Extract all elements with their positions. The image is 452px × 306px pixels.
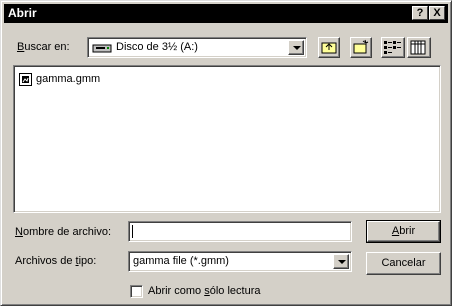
dialog-title: Abrir xyxy=(8,6,37,20)
cancel-button[interactable]: Cancelar xyxy=(366,252,441,275)
file-name: gamma.gmm xyxy=(36,73,101,85)
help-button[interactable]: ? xyxy=(412,6,428,20)
details-view-button[interactable] xyxy=(407,37,431,58)
filetype-value: gamma file (*.gmm) xyxy=(133,255,229,267)
filetype-label: Archivos de tipo: xyxy=(15,255,97,267)
look-in-label: Buscar en: xyxy=(17,41,70,53)
filetype-dropdown[interactable]: gamma file (*.gmm) xyxy=(128,251,352,272)
floppy-drive-icon xyxy=(92,44,112,53)
look-in-dropdown-arrow-icon[interactable] xyxy=(288,40,304,55)
look-in-value: Disco de 3½ (A:) xyxy=(116,41,198,53)
filename-label: Nombre de archivo: xyxy=(15,226,111,238)
readonly-checkbox[interactable] xyxy=(130,285,143,298)
open-button[interactable]: Abrir xyxy=(366,220,441,243)
file-icon xyxy=(19,73,32,86)
title-bar: Abrir ? X xyxy=(4,4,448,23)
readonly-label[interactable]: Abrir como sólo lectura xyxy=(148,285,261,298)
list-view-button[interactable] xyxy=(381,37,405,58)
new-folder-button[interactable] xyxy=(350,37,372,58)
file-list[interactable]: gamma.gmm xyxy=(13,65,441,213)
details-view-icon xyxy=(410,40,426,55)
new-folder-icon xyxy=(353,39,369,54)
close-button[interactable]: X xyxy=(429,6,445,20)
filename-input[interactable] xyxy=(128,221,352,242)
look-in-dropdown[interactable]: Disco de 3½ (A:) xyxy=(87,37,307,58)
list-view-icon xyxy=(384,41,401,54)
close-icon: X xyxy=(433,7,441,19)
folder-up-icon xyxy=(321,42,337,54)
filetype-dropdown-arrow-icon[interactable] xyxy=(333,254,349,269)
open-file-dialog: Abrir ? X Buscar en: Disco de 3½ (A:) ga… xyxy=(0,0,452,306)
open-button-face: Abrir xyxy=(367,221,440,242)
text-cursor xyxy=(132,225,133,238)
help-icon: ? xyxy=(416,7,424,19)
up-one-level-button[interactable] xyxy=(318,37,340,58)
